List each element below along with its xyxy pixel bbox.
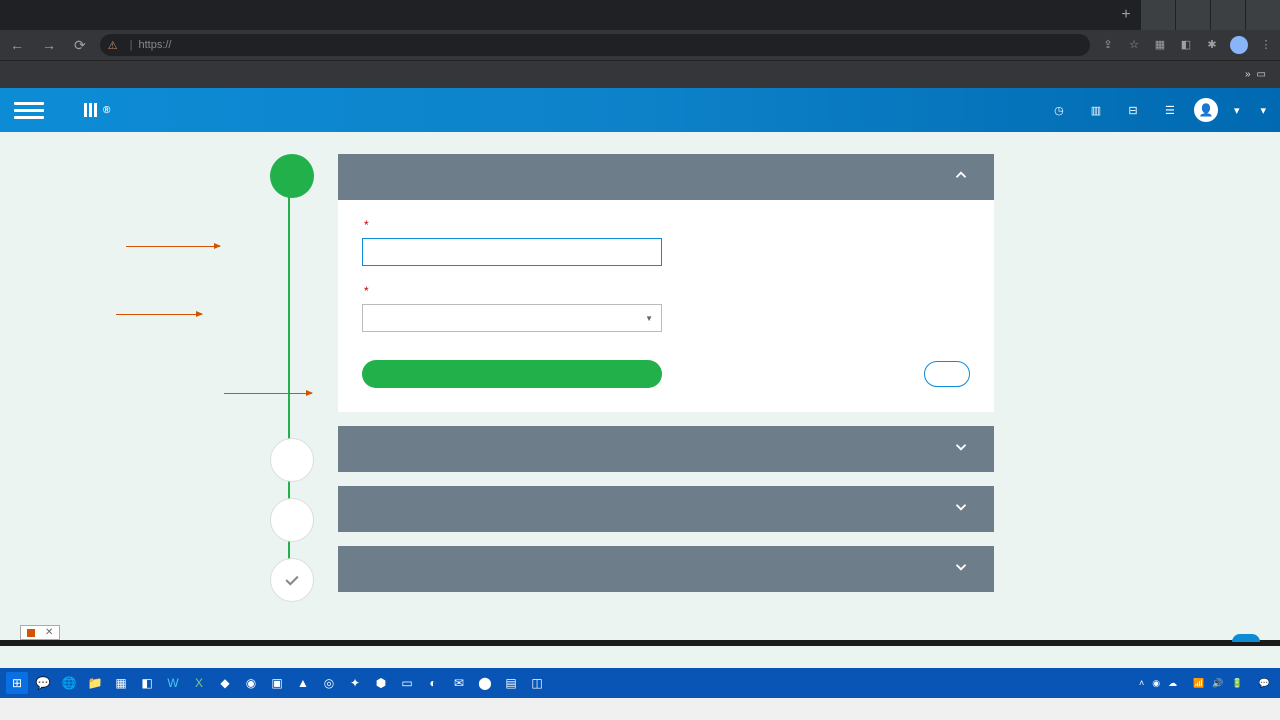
footer-version <box>0 640 1280 646</box>
chevron-up-icon <box>952 166 970 188</box>
extension-icon[interactable]: ▦ <box>1152 36 1168 52</box>
tray-cloud-icon[interactable]: ☁ <box>1168 678 1177 689</box>
app-icon-6[interactable]: ◎ <box>318 672 340 694</box>
kebab-menu-icon[interactable]: ⋮ <box>1258 36 1274 52</box>
explorer-icon[interactable]: 📁 <box>84 672 106 694</box>
puzzle-icon[interactable]: ✱ <box>1204 36 1220 52</box>
tray-icon[interactable]: ◉ <box>1152 678 1160 689</box>
back-button[interactable]: ← <box>6 37 28 53</box>
ip-label: * <box>362 284 970 298</box>
wifi-icon[interactable]: 📶 <box>1193 678 1204 689</box>
app-icon-10[interactable]: ◐ <box>422 672 444 694</box>
address-bar: ← → ⟳ ⚠ | https:// ⇪ ☆ ▦ ◧ ✱ ⋮ <box>0 30 1280 60</box>
app-icon-9[interactable]: ▭ <box>396 672 418 694</box>
volume-icon[interactable]: 🔊 <box>1212 678 1223 689</box>
step-4-indicator[interactable] <box>270 558 314 602</box>
next-button[interactable] <box>362 360 662 388</box>
chevron-down-icon <box>952 498 970 520</box>
step-3-indicator[interactable] <box>270 498 314 542</box>
app-icon-5[interactable]: ▲ <box>292 672 314 694</box>
forward-button[interactable]: → <box>38 37 60 53</box>
annotation-2 <box>110 314 202 315</box>
user-avatar-icon: 👤 <box>1194 98 1218 122</box>
cpu-stat[interactable]: ◷ <box>1051 102 1072 118</box>
excel-icon[interactable]: X <box>188 672 210 694</box>
user-menu[interactable]: 👤 ▾ <box>1194 98 1240 122</box>
notifications-tray-icon[interactable]: 💬 <box>1259 678 1270 689</box>
bookmarks-bar: » ▭ <box>0 60 1280 88</box>
app-icon-12[interactable]: ⬤ <box>474 672 496 694</box>
brand-logo[interactable]: ® <box>84 103 111 117</box>
not-secure-icon: ⚠ <box>108 39 118 52</box>
chevron-down-icon <box>952 438 970 460</box>
step-4-header[interactable] <box>338 546 994 592</box>
edge-icon[interactable]: 🌐 <box>58 672 80 694</box>
annotation-1 <box>120 246 220 247</box>
memory-stat[interactable]: ▥ <box>1088 102 1109 118</box>
step-3-header[interactable] <box>338 486 994 532</box>
app-icon-4[interactable]: ▣ <box>266 672 288 694</box>
app-header: ® ◷ ▥ ⊟ ☰ 👤 ▾ ▾ <box>0 88 1280 132</box>
cancel-button[interactable] <box>924 361 970 387</box>
close-window-button[interactable] <box>1246 0 1280 30</box>
profile-avatar[interactable] <box>1230 36 1248 54</box>
app-icon-11[interactable]: ✉ <box>448 672 470 694</box>
app-icon-3[interactable]: ◉ <box>240 672 262 694</box>
app-icon-2[interactable]: ◆ <box>214 672 236 694</box>
disk-icon: ⊟ <box>1125 102 1141 118</box>
ip-select[interactable] <box>362 304 662 332</box>
chip-icon: ▥ <box>1088 102 1104 118</box>
step-1-header[interactable] <box>338 154 994 200</box>
app-viewport: ® ◷ ▥ ⊟ ☰ 👤 ▾ ▾ <box>0 88 1280 668</box>
start-button[interactable]: ⊞ <box>6 672 28 694</box>
app-icon-13[interactable]: ▤ <box>500 672 522 694</box>
extension-icons: ⇪ ☆ ▦ ◧ ✱ ⋮ <box>1100 36 1274 54</box>
app-icon[interactable]: ◧ <box>136 672 158 694</box>
disk-stat[interactable]: ⊟ <box>1125 102 1146 118</box>
word-icon[interactable]: W <box>162 672 184 694</box>
bookmarks-overflow-icon[interactable]: » <box>1245 69 1251 80</box>
star-icon[interactable]: ☆ <box>1126 36 1142 52</box>
app-icon-8[interactable]: ⬢ <box>370 672 392 694</box>
annotation-3 <box>218 393 312 394</box>
feedback-button[interactable] <box>1232 634 1260 642</box>
browser-tab-strip: + <box>0 0 1280 30</box>
battery-icon[interactable]: 🔋 <box>1232 678 1243 689</box>
step-2-header[interactable] <box>338 426 994 472</box>
gauge-icon: ◷ <box>1051 102 1067 118</box>
step-2-indicator[interactable] <box>270 438 314 482</box>
new-tab-button[interactable]: + <box>1112 0 1140 30</box>
tab-overflow-icon[interactable] <box>1141 0 1175 30</box>
tray-chevron-icon[interactable]: ˄ <box>1139 678 1144 688</box>
reading-list-icon[interactable]: ▭ <box>1257 69 1266 80</box>
chevron-down-icon <box>952 558 970 580</box>
store-icon[interactable]: ▦ <box>110 672 132 694</box>
maximize-button[interactable] <box>1211 0 1245 30</box>
domain-input[interactable] <box>362 238 662 266</box>
minimize-button[interactable] <box>1176 0 1210 30</box>
share-icon[interactable]: ⇪ <box>1100 36 1116 52</box>
domain-label: * <box>362 218 970 232</box>
lang-menu[interactable]: ▾ <box>1255 104 1266 117</box>
reload-button[interactable]: ⟳ <box>70 37 90 54</box>
extension-icon-2[interactable]: ◧ <box>1178 36 1194 52</box>
url-input[interactable]: ⚠ | https:// <box>100 34 1090 56</box>
step-1-body: * * <box>338 200 994 412</box>
taskview-icon[interactable]: 💬 <box>32 672 54 694</box>
window-controls <box>1140 0 1280 30</box>
app-icon-14[interactable]: ◫ <box>526 672 548 694</box>
windows-taskbar: ⊞ 💬 🌐 📁 ▦ ◧ W X ◆ ◉ ▣ ▲ ◎ ✦ ⬢ ▭ ◐ ✉ ⬤ ▤ … <box>0 668 1280 698</box>
step-1-indicator[interactable] <box>270 154 314 198</box>
ip-chip[interactable]: ✕ <box>20 625 60 640</box>
notifications-icon[interactable]: ☰ <box>1162 102 1178 118</box>
app-icon-7[interactable]: ✦ <box>344 672 366 694</box>
hamburger-icon[interactable] <box>14 102 44 119</box>
